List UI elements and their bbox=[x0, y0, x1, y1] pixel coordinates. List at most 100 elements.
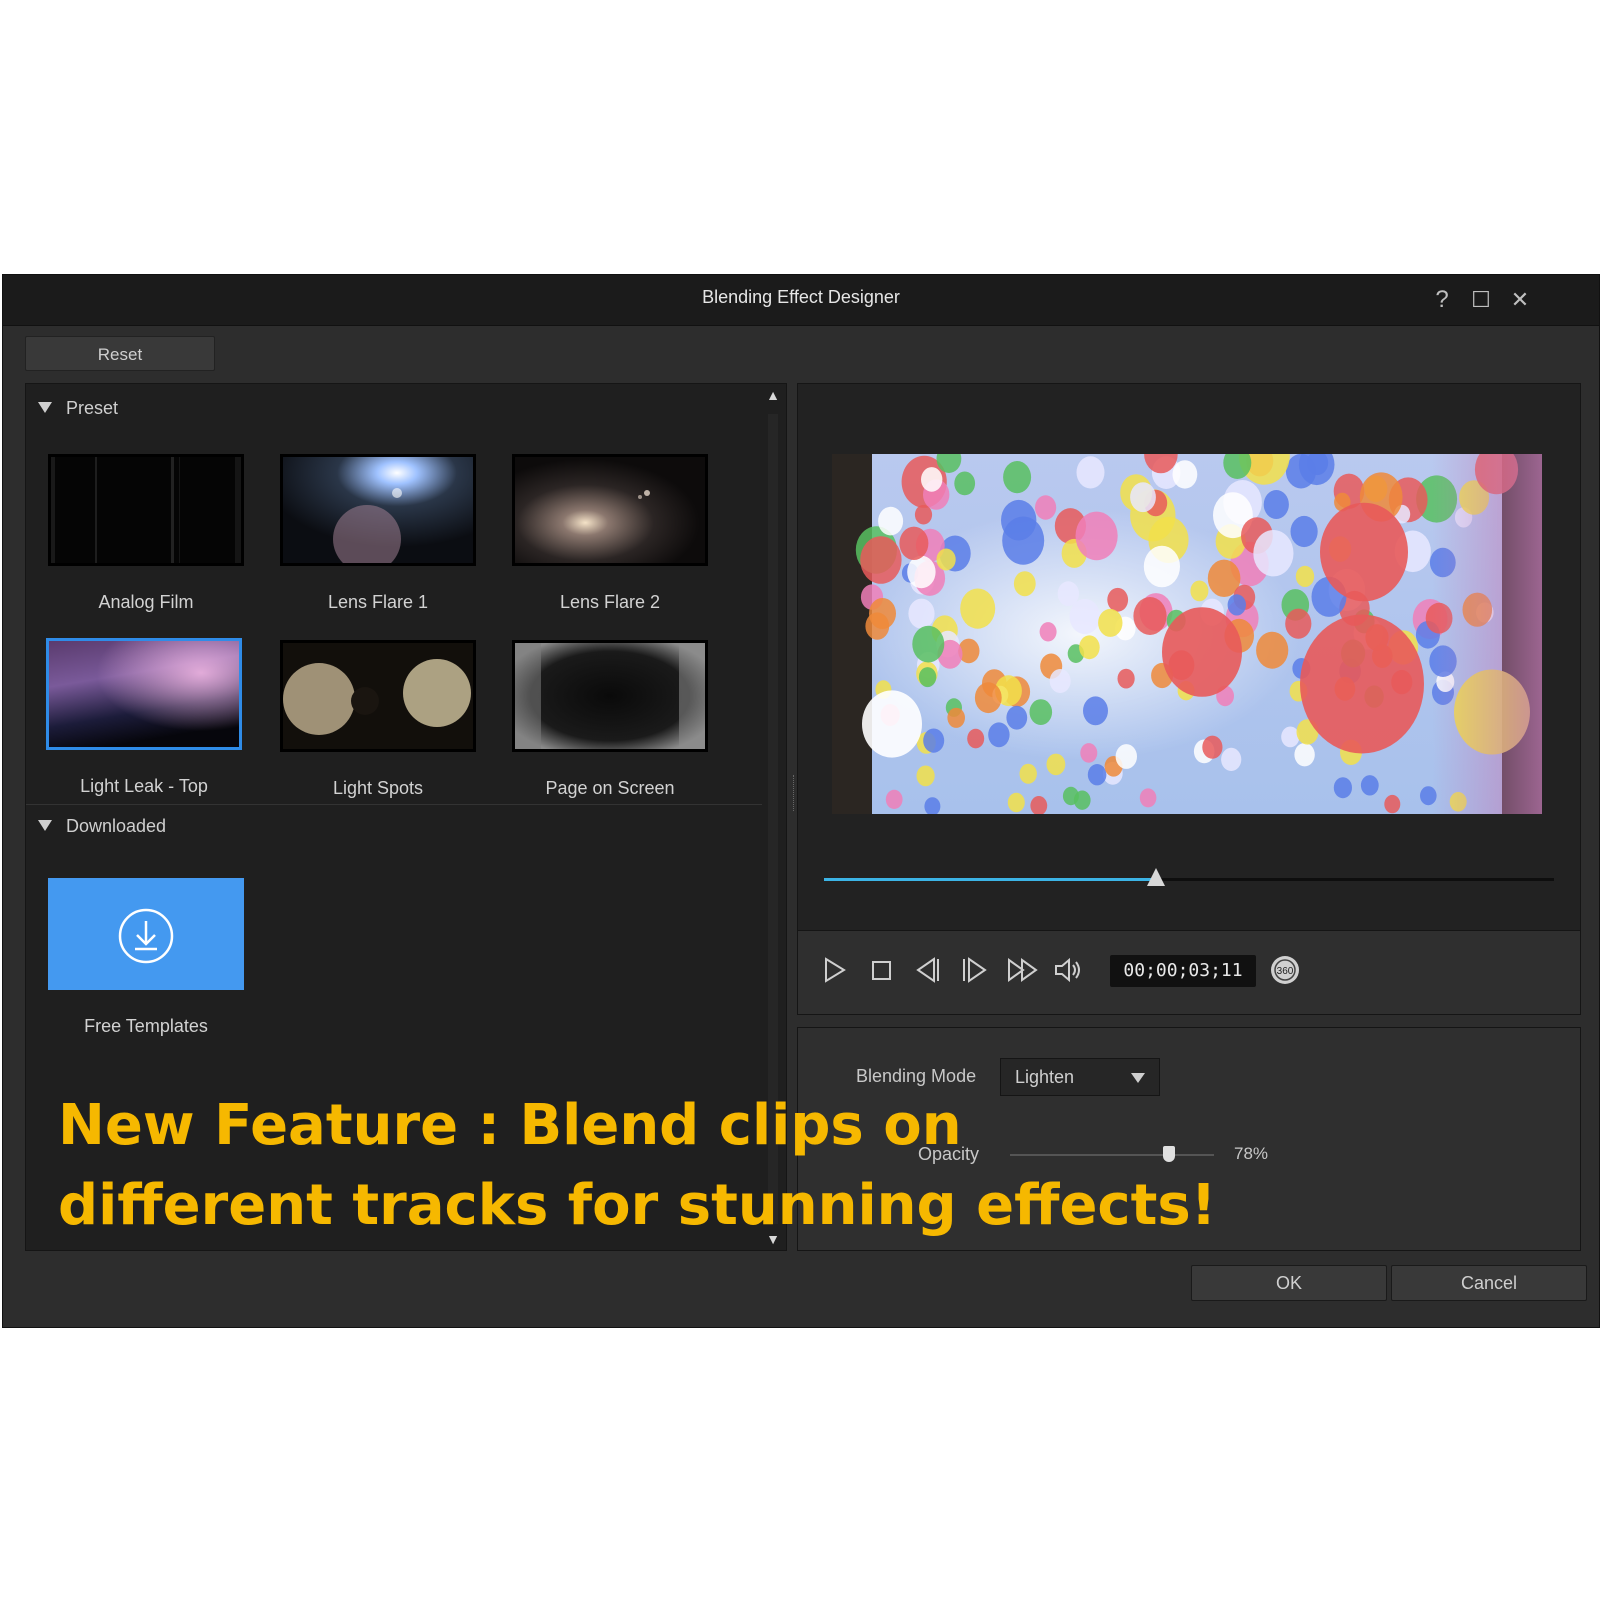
maximize-icon[interactable]: ☐ bbox=[1466, 285, 1496, 315]
preset-page-on-screen[interactable]: Page on Screen bbox=[512, 640, 708, 799]
balloon bbox=[960, 588, 996, 629]
blending-mode-value: Lighten bbox=[1015, 1067, 1075, 1087]
balloon-preview-image bbox=[832, 454, 1542, 814]
balloon bbox=[869, 598, 896, 629]
reset-button[interactable]: Reset bbox=[25, 336, 215, 371]
collapse-triangle-icon bbox=[38, 401, 52, 413]
balloon bbox=[974, 682, 1002, 714]
balloon bbox=[908, 598, 935, 629]
balloon bbox=[1285, 608, 1312, 639]
scroll-up-icon[interactable]: ▲ bbox=[764, 386, 782, 404]
balloon bbox=[1035, 495, 1057, 520]
balloon bbox=[899, 526, 929, 560]
balloon bbox=[988, 722, 1010, 748]
balloon bbox=[1115, 744, 1137, 769]
close-icon[interactable]: ✕ bbox=[1505, 285, 1535, 315]
preset-label: Analog Film bbox=[98, 592, 194, 612]
preset-lens-flare-1[interactable]: Lens Flare 1 bbox=[280, 454, 476, 613]
balloon bbox=[1049, 669, 1071, 693]
balloon bbox=[1333, 777, 1352, 799]
promo-line-2: different tracks for stunning effects! bbox=[58, 1173, 1217, 1238]
downloaded-header-label: Downloaded bbox=[66, 816, 167, 836]
dropdown-arrow-icon bbox=[1131, 1073, 1145, 1083]
promo-line-1: New Feature : Blend clips on bbox=[58, 1093, 962, 1158]
preset-lens-flare-2[interactable]: Lens Flare 2 bbox=[512, 454, 708, 613]
downloaded-section-header[interactable]: Downloaded bbox=[38, 816, 166, 837]
balloon bbox=[1227, 594, 1246, 616]
preset-label: Lens Flare 2 bbox=[559, 592, 661, 612]
360-view-icon[interactable]: 360 bbox=[1268, 953, 1302, 987]
balloon bbox=[1083, 696, 1108, 726]
balloon bbox=[860, 536, 902, 584]
balloon bbox=[1003, 461, 1032, 494]
play-icon[interactable] bbox=[816, 953, 850, 987]
balloon bbox=[916, 765, 935, 787]
balloon bbox=[1029, 699, 1053, 725]
next-frame-icon[interactable] bbox=[958, 953, 992, 987]
balloon bbox=[907, 555, 936, 589]
ok-button[interactable]: OK bbox=[1191, 1265, 1387, 1301]
balloon bbox=[1006, 705, 1028, 730]
free-templates-tile bbox=[48, 878, 244, 990]
fast-forward-icon[interactable] bbox=[1006, 953, 1040, 987]
preset-label: Light Leak - Top bbox=[80, 776, 208, 796]
lens-flare-1-thumbnail bbox=[280, 454, 476, 566]
lens-flare-1-image bbox=[283, 457, 473, 563]
balloon bbox=[1057, 581, 1079, 607]
balloon bbox=[918, 667, 937, 688]
analog-film-image bbox=[51, 457, 241, 563]
help-icon[interactable]: ? bbox=[1427, 285, 1457, 315]
light-leak-top-thumbnail bbox=[46, 638, 242, 750]
opacity-value: 78% bbox=[1234, 1144, 1269, 1163]
balloon bbox=[1076, 456, 1105, 489]
balloon bbox=[1202, 735, 1223, 759]
balloon bbox=[1384, 794, 1401, 814]
free-templates-label: Free Templates bbox=[84, 1016, 208, 1036]
stop-icon[interactable] bbox=[864, 953, 898, 987]
preset-analog-film[interactable]: Analog Film bbox=[48, 454, 244, 613]
balloon bbox=[1079, 635, 1100, 660]
balloon bbox=[1075, 511, 1118, 561]
balloon bbox=[1300, 614, 1424, 754]
balloon bbox=[1221, 747, 1242, 771]
balloon bbox=[1162, 607, 1242, 697]
playback-slider[interactable] bbox=[824, 868, 1554, 886]
balloon bbox=[1139, 788, 1157, 808]
playhead-handle[interactable] bbox=[1147, 868, 1166, 886]
light-leak-top-image bbox=[49, 641, 239, 747]
preview-panel bbox=[797, 383, 1581, 931]
preset-section-header[interactable]: Preset bbox=[38, 398, 118, 419]
balloon bbox=[1172, 460, 1198, 489]
section-divider bbox=[26, 804, 762, 805]
balloon bbox=[1007, 792, 1025, 813]
balloon bbox=[1002, 516, 1045, 565]
video-preview bbox=[832, 454, 1542, 814]
balloon bbox=[1281, 726, 1300, 748]
balloon bbox=[1087, 764, 1107, 786]
balloon bbox=[947, 707, 965, 728]
balloon bbox=[862, 690, 922, 758]
balloon bbox=[967, 728, 985, 749]
preset-light-leak-top[interactable]: Light Leak - Top bbox=[46, 638, 242, 797]
balloon bbox=[1046, 753, 1066, 776]
balloon bbox=[1080, 743, 1098, 763]
cancel-button[interactable]: Cancel bbox=[1391, 1265, 1587, 1301]
balloon bbox=[1069, 598, 1101, 635]
preset-label: Lens Flare 1 bbox=[327, 592, 429, 612]
window-title: Blending Effect Designer bbox=[702, 287, 900, 307]
free-templates-item[interactable]: Free Templates bbox=[48, 878, 244, 1037]
balloon bbox=[885, 789, 903, 809]
preset-header-label: Preset bbox=[66, 398, 119, 418]
balloon bbox=[1019, 763, 1037, 784]
collapse-triangle-icon bbox=[38, 819, 52, 831]
balloon bbox=[1294, 743, 1315, 767]
preset-light-spots[interactable]: Light Spots bbox=[280, 640, 476, 799]
volume-icon[interactable] bbox=[1052, 953, 1086, 987]
balloon bbox=[921, 467, 943, 492]
balloon bbox=[1062, 786, 1079, 806]
previous-frame-icon[interactable] bbox=[910, 953, 944, 987]
preset-label: Light Spots bbox=[332, 778, 424, 798]
balloon bbox=[1039, 622, 1057, 642]
balloon bbox=[1130, 482, 1156, 513]
balloon bbox=[1263, 490, 1289, 519]
